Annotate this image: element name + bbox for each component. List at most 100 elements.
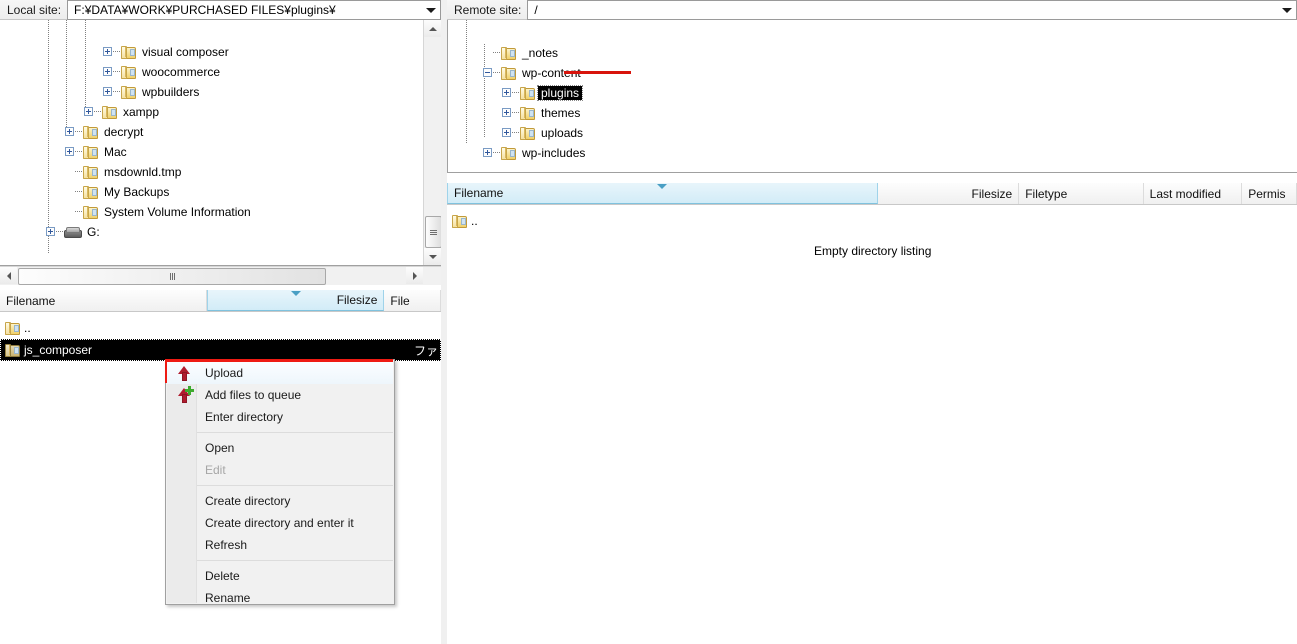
local-tree-vscrollbar[interactable] — [423, 20, 441, 265]
folder-icon — [520, 127, 535, 140]
local-tree-item-label: decrypt — [104, 125, 144, 139]
remote-tree-item-wp-includes[interactable]: wp-includes — [448, 143, 588, 163]
menu-item-label: Open — [205, 441, 235, 455]
local-directory-tree[interactable]: visual composer woocommerce wpbuilders xamp… — [0, 20, 442, 266]
folder-icon — [5, 344, 20, 357]
remote-tree-item-label: themes — [541, 106, 581, 120]
remote-tree-item-plugins[interactable]: plugins — [448, 83, 584, 103]
local-site-label: Local site: — [0, 0, 68, 20]
remote-tree-item-label: plugins — [536, 85, 584, 101]
folder-icon — [452, 215, 467, 228]
local-column-filetype[interactable]: File — [384, 290, 441, 311]
folder-icon — [501, 47, 516, 60]
remote-column-filename[interactable]: Filename — [447, 183, 878, 204]
menu-item-enter-directory[interactable]: Enter directory — [167, 406, 393, 428]
folder-icon — [83, 186, 98, 199]
sort-descending-icon — [657, 184, 668, 189]
local-tree-item-decrypt[interactable]: decrypt — [0, 122, 146, 142]
local-tree-hscroll-thumb[interactable] — [18, 268, 326, 285]
local-tree-item-label: G: — [87, 225, 100, 239]
local-path-value[interactable]: F:¥DATA¥WORK¥PURCHASED FILES¥plugins¥ — [68, 3, 422, 17]
context-menu[interactable]: Upload Add files to queue Enter directory O… — [165, 359, 395, 605]
filezilla-window: Local site: F:¥DATA¥WORK¥PURCHASED FILES… — [0, 0, 1297, 644]
remote-path-bar: Remote site: / — [447, 0, 1297, 20]
remote-tree-item-label: wp-includes — [522, 146, 586, 160]
folder-icon — [121, 86, 136, 99]
folder-icon — [83, 206, 98, 219]
empty-directory-message: Empty directory listing — [814, 244, 932, 258]
folder-icon — [121, 66, 136, 79]
menu-item-open[interactable]: Open — [167, 437, 393, 459]
folder-icon — [102, 106, 117, 119]
remote-path-combobox[interactable]: / — [527, 0, 1297, 20]
menu-item-delete[interactable]: Delete — [167, 565, 393, 587]
local-tree-item-my-backups[interactable]: My Backups — [0, 182, 172, 202]
scroll-left-button[interactable] — [0, 267, 17, 284]
remote-site-label: Remote site: — [447, 0, 528, 20]
list-item[interactable]: .. — [447, 210, 1297, 232]
menu-item-label: Create directory — [205, 494, 291, 508]
remote-path-value[interactable]: / — [528, 3, 1278, 17]
menu-item-create-directory[interactable]: Create directory — [167, 490, 393, 512]
local-tree-item-woocommerce[interactable]: woocommerce — [0, 62, 223, 82]
menu-item-rename[interactable]: Rename — [167, 587, 393, 609]
local-tree-item-mac[interactable]: Mac — [0, 142, 130, 162]
folder-icon — [83, 166, 98, 179]
remote-tree-item-notes[interactable]: _notes — [448, 43, 561, 63]
menu-item-edit: Edit — [167, 459, 393, 481]
local-tree-item-xampp[interactable]: xampp — [0, 102, 162, 122]
remote-column-permissions[interactable]: Permis — [1242, 183, 1297, 204]
local-tree-hscrollbar[interactable] — [0, 266, 441, 285]
menu-item-icon — [173, 362, 195, 384]
menu-item-refresh[interactable]: Refresh — [167, 534, 393, 556]
list-item[interactable]: .. — [0, 317, 441, 339]
menu-separator — [197, 432, 393, 433]
remote-column-last-modified[interactable]: Last modified — [1143, 183, 1243, 204]
remote-tree-item-label: uploads — [541, 126, 584, 140]
folder-icon — [5, 322, 20, 335]
menu-item-label: Refresh — [205, 538, 248, 552]
local-tree-item-g[interactable]: G: — [0, 222, 103, 242]
menu-item-label: Enter directory — [205, 410, 284, 424]
scroll-up-button[interactable] — [424, 20, 441, 37]
local-column-filename[interactable]: Filename — [0, 290, 207, 311]
local-tree-item-visual-composer[interactable]: visual composer — [0, 42, 232, 62]
remote-tree-item-label: wp-content — [522, 66, 581, 80]
menu-item-label: Delete — [205, 569, 240, 583]
folder-icon — [501, 147, 516, 160]
local-tree-scroll-thumb[interactable] — [425, 216, 441, 248]
remote-file-list-header[interactable]: Filename Filesize Filetype Last modified… — [447, 183, 1297, 205]
remote-tree-item-themes[interactable]: themes — [448, 103, 583, 123]
sort-descending-icon — [290, 291, 301, 296]
menu-item-upload[interactable]: Upload — [167, 362, 393, 384]
local-tree-item-system-volume-information[interactable]: System Volume Information — [0, 202, 254, 222]
local-column-filesize[interactable]: Filesize — [207, 290, 385, 311]
chevron-down-icon[interactable] — [1278, 7, 1296, 13]
local-row-name: js_composer — [24, 343, 93, 357]
table-row[interactable]: js_composer ファ — [0, 339, 441, 361]
folder-icon — [83, 126, 98, 139]
local-tree-item-label: Mac — [104, 145, 127, 159]
remote-directory-tree[interactable]: _notes wp-content plugins themes uploads wp-i… — [447, 20, 1297, 173]
folder-icon — [83, 146, 98, 159]
local-tree-item-label: System Volume Information — [104, 205, 251, 219]
upload-arrow-icon — [177, 365, 191, 381]
local-file-list-header[interactable]: Filename Filesize File — [0, 290, 441, 312]
remote-tree-item-uploads[interactable]: uploads — [448, 123, 586, 143]
local-tree-item-label: woocommerce — [142, 65, 221, 79]
chevron-down-icon[interactable] — [422, 7, 440, 13]
remote-tree-item-label: _notes — [522, 46, 559, 60]
scroll-down-button[interactable] — [424, 248, 441, 265]
remote-column-filesize[interactable]: Filesize — [877, 183, 1020, 204]
local-path-combobox[interactable]: F:¥DATA¥WORK¥PURCHASED FILES¥plugins¥ — [67, 0, 441, 20]
local-tree-item-msdownld-tmp[interactable]: msdownld.tmp — [0, 162, 184, 182]
local-path-bar: Local site: F:¥DATA¥WORK¥PURCHASED FILES… — [0, 0, 441, 20]
remote-column-filetype[interactable]: Filetype — [1019, 183, 1144, 204]
scroll-right-button[interactable] — [406, 267, 423, 284]
menu-item-add-files-to-queue[interactable]: Add files to queue — [167, 384, 393, 406]
remote-tree-item-wp-content[interactable]: wp-content — [448, 63, 584, 83]
menu-item-label: Rename — [205, 591, 251, 605]
menu-item-create-directory-and-enter-it[interactable]: Create directory and enter it — [167, 512, 393, 534]
local-tree-item-wpbuilders[interactable]: wpbuilders — [0, 82, 202, 102]
remote-file-list[interactable]: .. Empty directory listing — [447, 205, 1297, 644]
